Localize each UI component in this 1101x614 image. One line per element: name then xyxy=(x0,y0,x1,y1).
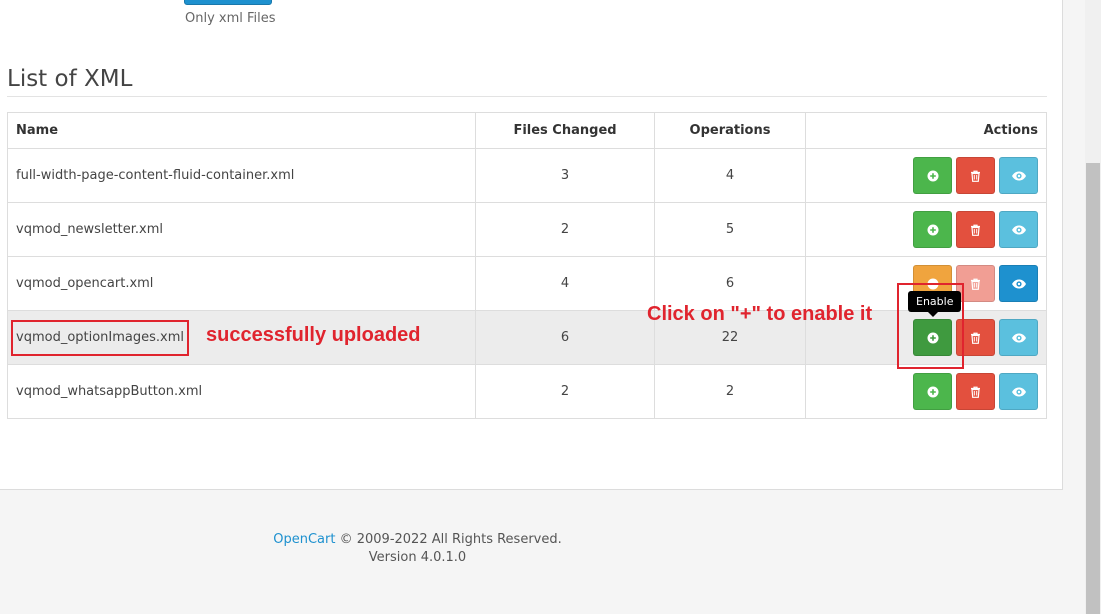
row-files-changed: 4 xyxy=(475,256,655,311)
delete-button[interactable] xyxy=(956,157,995,194)
header-name: Name xyxy=(7,112,476,149)
row-name: vqmod_newsletter.xml xyxy=(7,202,476,257)
enable-button[interactable] xyxy=(913,373,952,410)
row-name: vqmod_opencart.xml xyxy=(7,256,476,311)
heading-divider xyxy=(7,96,1047,97)
header-operations: Operations xyxy=(654,112,806,149)
view-button[interactable] xyxy=(999,211,1038,248)
row-files-changed: 6 xyxy=(475,310,655,365)
view-button[interactable] xyxy=(999,319,1038,356)
trash-icon xyxy=(971,386,980,398)
delete-button[interactable] xyxy=(956,211,995,248)
table-row: vqmod_whatsappButton.xml 2 2 xyxy=(7,364,1047,419)
delete-button[interactable] xyxy=(956,373,995,410)
footer: OpenCart © 2009-2022 All Rights Reserved… xyxy=(0,531,835,567)
xml-list-table: Name Files Changed Operations Actions fu… xyxy=(7,112,1047,419)
view-button[interactable] xyxy=(999,157,1038,194)
annotation-box-enable xyxy=(897,283,964,369)
table-header-row: Name Files Changed Operations Actions xyxy=(7,112,1047,149)
plus-circle-icon xyxy=(927,386,938,397)
row-files-changed: 3 xyxy=(475,148,655,203)
page-title: List of XML xyxy=(7,66,133,92)
eye-icon xyxy=(1011,225,1026,234)
eye-icon xyxy=(1011,279,1026,288)
copyright-text: © 2009-2022 All Rights Reserved. xyxy=(335,532,562,547)
trash-icon xyxy=(971,224,980,236)
trash-icon xyxy=(971,332,980,344)
scrollbar-thumb[interactable] xyxy=(1086,163,1100,614)
enable-button[interactable] xyxy=(913,211,952,248)
annotation-box-filename xyxy=(11,320,189,356)
row-operations: 4 xyxy=(654,148,806,203)
row-actions xyxy=(805,364,1047,419)
row-name: vqmod_whatsappButton.xml xyxy=(7,364,476,419)
annotation-instruction: Click on "+" to enable it xyxy=(647,303,873,325)
upload-button[interactable] xyxy=(184,0,272,5)
header-actions: Actions xyxy=(805,112,1047,149)
trash-icon xyxy=(971,170,980,182)
trash-icon xyxy=(971,278,980,290)
row-actions xyxy=(805,202,1047,257)
table-row: full-width-page-content-fluid-container.… xyxy=(7,148,1047,203)
row-files-changed: 2 xyxy=(475,364,655,419)
table-row: vqmod_opencart.xml 4 6 xyxy=(7,256,1047,311)
version-text: Version 4.0.1.0 xyxy=(368,550,467,565)
eye-icon xyxy=(1011,171,1026,180)
row-actions xyxy=(805,148,1047,203)
enable-button[interactable] xyxy=(913,157,952,194)
eye-icon xyxy=(1011,333,1026,342)
row-files-changed: 2 xyxy=(475,202,655,257)
table-row: vqmod_newsletter.xml 2 5 xyxy=(7,202,1047,257)
plus-circle-icon xyxy=(927,170,938,181)
upload-hint: Only xml Files xyxy=(185,11,276,26)
footer-copyright: OpenCart © 2009-2022 All Rights Reserved… xyxy=(0,531,835,549)
header-files-changed: Files Changed xyxy=(475,112,655,149)
opencart-link[interactable]: OpenCart xyxy=(273,532,335,547)
eye-icon xyxy=(1011,387,1026,396)
content-panel: Only xml Files List of XML Name Files Ch… xyxy=(0,0,1063,490)
row-operations: 2 xyxy=(654,364,806,419)
plus-circle-icon xyxy=(927,224,938,235)
view-button[interactable] xyxy=(999,265,1038,302)
view-button[interactable] xyxy=(999,373,1038,410)
annotation-uploaded: successfully uploaded xyxy=(206,324,421,346)
row-operations: 5 xyxy=(654,202,806,257)
row-name: full-width-page-content-fluid-container.… xyxy=(7,148,476,203)
